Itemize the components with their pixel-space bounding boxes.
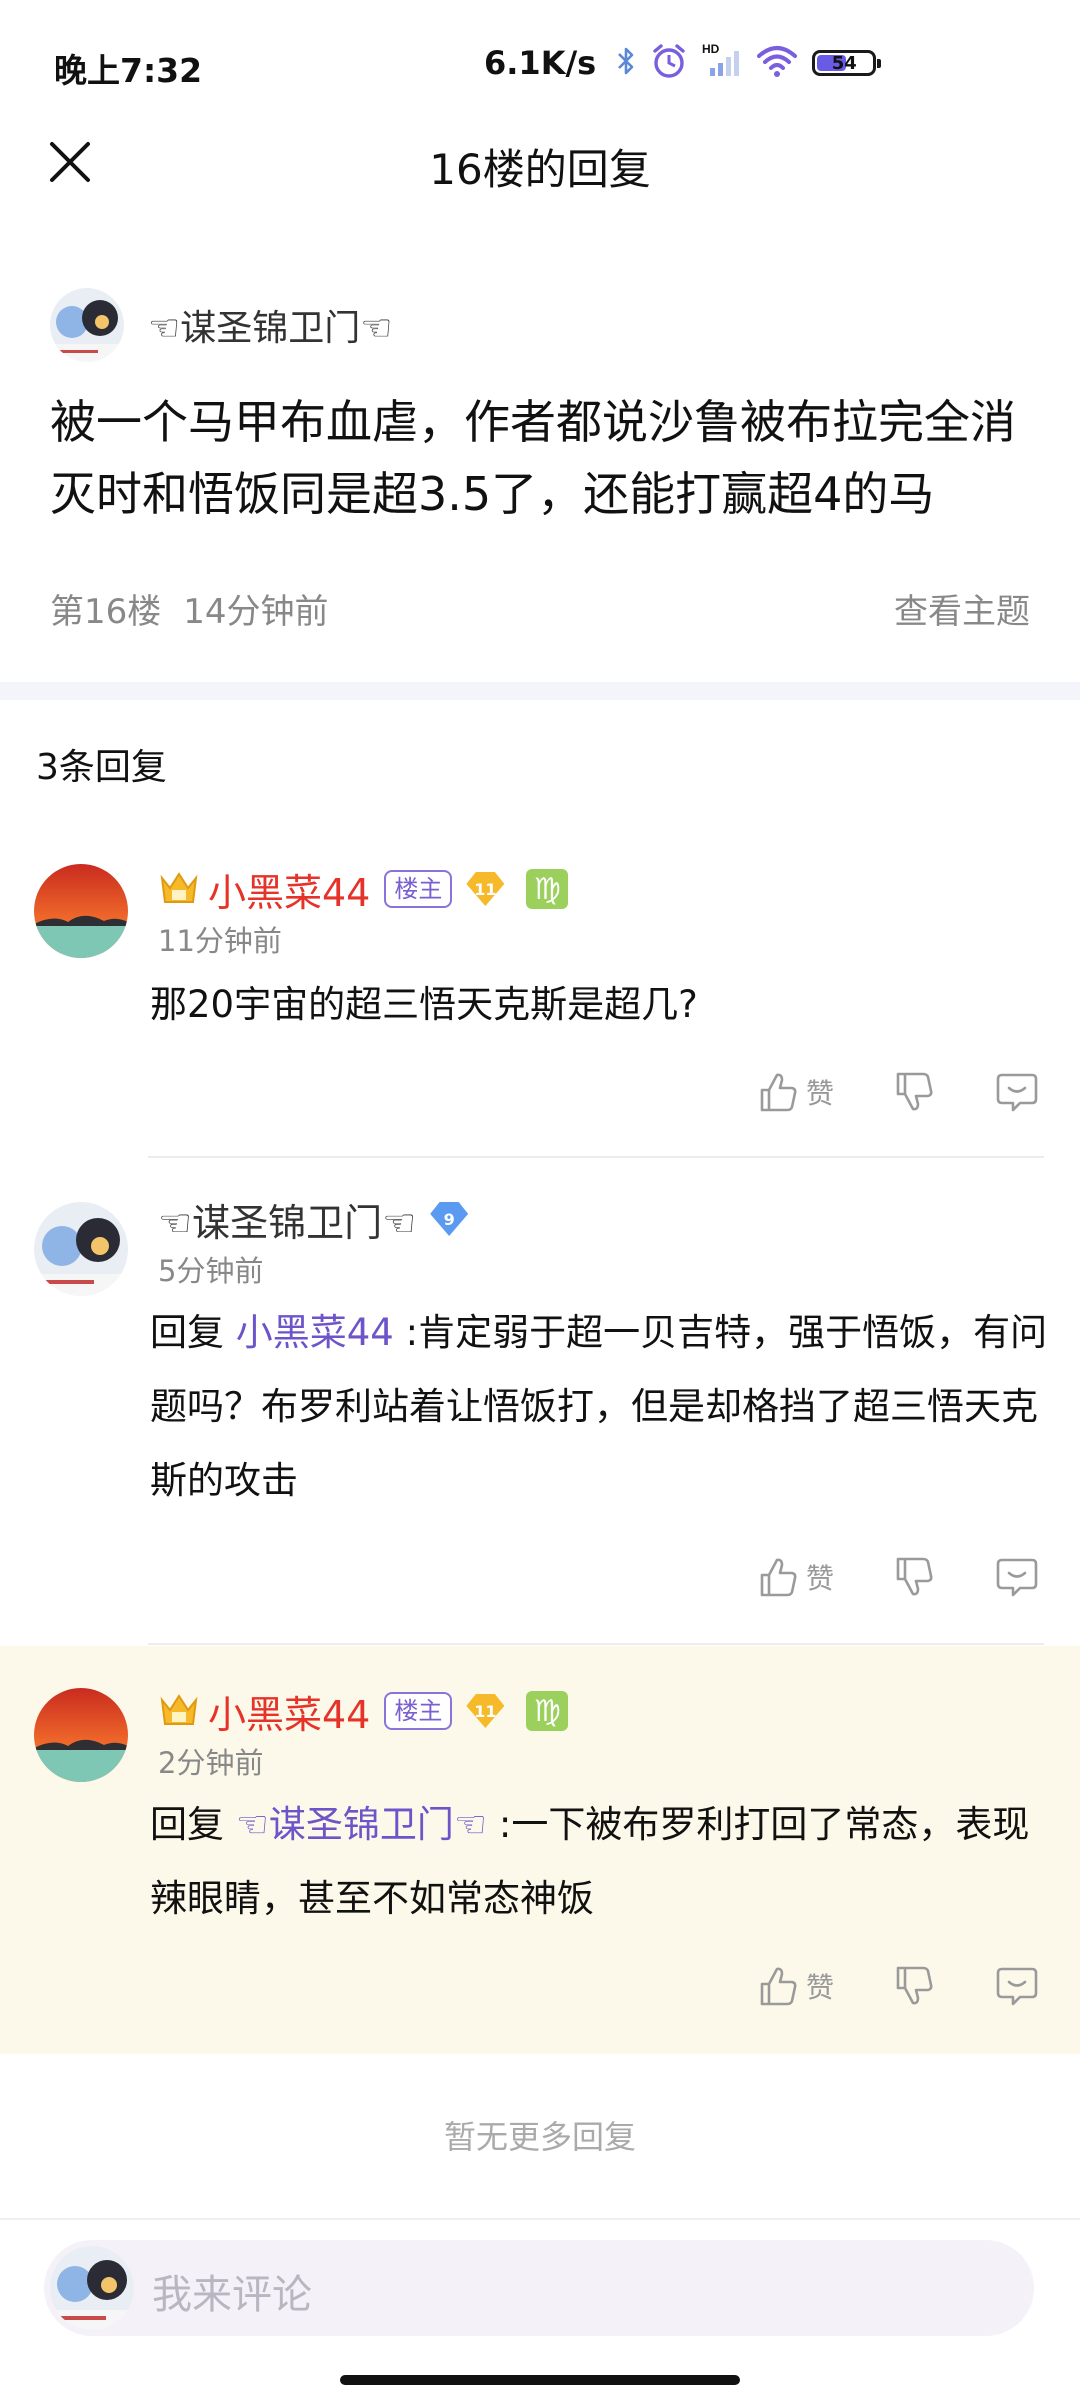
reply-username[interactable]: ☜谋圣锦卫门☜ — [158, 1192, 416, 1247]
battery-icon: 54 — [812, 50, 882, 76]
thumbs-up-icon — [760, 1558, 797, 1597]
like-label: 赞 — [805, 1971, 834, 2004]
reply-item: 小黑菜44 楼主 11 ♍ 11分钟前 那20宇宙的超三悟天克斯是超几? 赞 — [0, 830, 1080, 1160]
svg-text:HD: HD — [702, 42, 720, 56]
post-username[interactable]: ☜谋圣锦卫门☜ — [148, 299, 393, 351]
reply-header: 小黑菜44 楼主 11 ♍ — [158, 1684, 569, 1739]
alarm-icon — [650, 42, 688, 84]
no-more-replies: 暂无更多回复 — [443, 2118, 636, 2156]
reply-header: ☜谋圣锦卫门☜ 9 — [158, 1192, 469, 1247]
home-indicator[interactable] — [340, 2375, 740, 2385]
level-badge: 11 — [466, 1694, 505, 1728]
comment-icon — [996, 1967, 1038, 2006]
reply-divider — [148, 1643, 1044, 1645]
reply-text: 回复 ☜谋圣锦卫门☜ :一下被布罗利打回了常态，表现辣眼睛，甚至不如常态神饭 — [150, 1788, 1050, 1936]
crown-icon — [158, 868, 200, 910]
like-button[interactable]: 赞 — [756, 1555, 834, 1599]
thumbs-down-icon — [896, 1072, 933, 1111]
thumbs-up-icon — [760, 1073, 797, 1112]
comment-button[interactable] — [994, 1070, 1040, 1114]
avatar[interactable] — [34, 1202, 128, 1296]
reply-time: 2分钟前 — [158, 1746, 264, 1780]
reply-username[interactable]: 小黑菜44 — [208, 1684, 370, 1739]
network-speed: 6.1K/s — [484, 44, 597, 82]
status-icons: 6.1K/s HD 54 — [484, 38, 882, 88]
page-title: 16楼的回复 — [429, 145, 651, 194]
reply-item: ☜谋圣锦卫门☜ 9 5分钟前 回复 小黑菜44 :肯定弱于超一贝吉特，强于悟饭，… — [0, 1160, 1080, 1645]
avatar — [50, 2246, 134, 2330]
reply-time: 11分钟前 — [158, 924, 282, 958]
avatar[interactable] — [50, 288, 124, 362]
reply-header: 小黑菜44 楼主 11 ♍ — [158, 862, 569, 917]
reply-actions: 赞 — [756, 1555, 1040, 1599]
like-button[interactable]: 赞 — [756, 1070, 834, 1114]
bottom-divider — [0, 2218, 1080, 2220]
reply-actions: 赞 — [756, 1964, 1040, 2008]
reply-count: 3条回复 — [36, 747, 167, 788]
post-meta: 第16楼 14分钟前 — [50, 584, 329, 633]
zodiac-virgo-icon: ♍ — [526, 869, 569, 909]
mention-link[interactable]: ☜谋圣锦卫门☜ — [236, 1803, 487, 1846]
reply-text: 回复 小黑菜44 :肯定弱于超一贝吉特，强于悟饭，有问题吗？布罗利站着让悟饭打，… — [150, 1296, 1050, 1518]
dislike-button[interactable] — [892, 1070, 936, 1114]
thumbs-down-icon — [896, 1557, 933, 1596]
status-time: 晚上7:32 — [54, 51, 203, 90]
avatar[interactable] — [34, 864, 128, 958]
zodiac-virgo-icon: ♍ — [526, 1691, 569, 1731]
comment-input[interactable]: 我来评论 — [44, 2240, 1034, 2336]
title-bar: 16楼的回复 — [0, 110, 1080, 220]
section-divider — [0, 682, 1080, 700]
dislike-button[interactable] — [892, 1555, 936, 1599]
post-body: 被一个马甲布血虐，作者都说沙鲁被布拉完全消灭时和悟饭同是超3.5了，还能打赢超4… — [50, 395, 1016, 521]
like-label: 赞 — [805, 1562, 834, 1595]
post-author[interactable]: ☜谋圣锦卫门☜ — [50, 288, 393, 362]
reply-username[interactable]: 小黑菜44 — [208, 862, 370, 917]
like-button[interactable]: 赞 — [756, 1964, 834, 2008]
dislike-button[interactable] — [892, 1964, 936, 2008]
reply-divider — [148, 1156, 1044, 1158]
host-badge: 楼主 — [384, 1692, 453, 1730]
bluetooth-icon — [616, 45, 636, 81]
reply-prefix: 回复 — [150, 1803, 224, 1846]
host-badge: 楼主 — [384, 870, 453, 908]
wifi-icon — [756, 44, 798, 82]
reply-prefix: 回复 — [150, 1311, 224, 1354]
comment-icon — [996, 1073, 1038, 1112]
level-badge: 9 — [430, 1202, 469, 1236]
comment-button[interactable] — [994, 1555, 1040, 1599]
view-topic-link[interactable]: 查看主题 — [894, 584, 1030, 633]
like-label: 赞 — [805, 1077, 834, 1110]
reply-time: 5分钟前 — [158, 1254, 264, 1288]
post-time: 14分钟前 — [183, 592, 329, 632]
comment-placeholder: 我来评论 — [152, 2272, 312, 2318]
crown-icon — [158, 1690, 200, 1732]
thumbs-up-icon — [760, 1967, 797, 2006]
comment-icon — [996, 1558, 1038, 1597]
reply-actions: 赞 — [756, 1070, 1040, 1114]
thumbs-down-icon — [896, 1966, 933, 2005]
mention-link[interactable]: 小黑菜44 — [236, 1311, 394, 1354]
level-badge: 11 — [466, 872, 505, 906]
floor-number: 第16楼 — [50, 592, 162, 632]
reply-item-highlighted: 小黑菜44 楼主 11 ♍ 2分钟前 回复 ☜谋圣锦卫门☜ :一下被布罗利打回了… — [0, 1646, 1080, 2054]
reply-text: 那20宇宙的超三悟天克斯是超几? — [150, 983, 698, 1026]
battery-level: 54 — [831, 52, 857, 74]
avatar[interactable] — [34, 1688, 128, 1782]
comment-button[interactable] — [994, 1964, 1040, 2008]
hd-signal-icon: HD — [702, 42, 742, 84]
